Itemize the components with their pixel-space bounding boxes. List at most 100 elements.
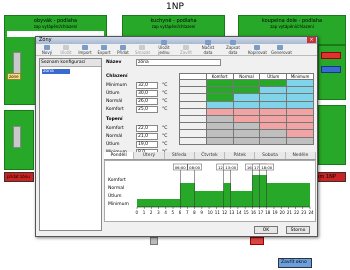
toolbar-copy[interactable]: Kopírovat bbox=[248, 45, 267, 55]
add-zone-button[interactable]: přidat zónu bbox=[4, 172, 34, 182]
tab-nedele[interactable]: Neděle bbox=[286, 152, 316, 159]
matrix-cell[interactable] bbox=[286, 136, 314, 145]
cool-att-input[interactable]: 30,0 bbox=[136, 90, 158, 97]
matrix-cell[interactable] bbox=[232, 114, 261, 124]
matrix-cell[interactable] bbox=[205, 100, 234, 109]
matrix-cell[interactable] bbox=[259, 129, 288, 138]
schedule-time-label: 13:00 bbox=[225, 165, 237, 170]
toolbar-delete[interactable]: Smazat bbox=[135, 45, 150, 55]
bottom-control[interactable] bbox=[150, 237, 158, 245]
room-panel-left-2 bbox=[4, 110, 34, 170]
toolbar-write[interactable]: Zapsat data bbox=[223, 40, 243, 55]
matrix-cell[interactable] bbox=[286, 122, 314, 131]
config-list-item[interactable]: zóna bbox=[42, 69, 70, 74]
matrix-cell[interactable] bbox=[286, 78, 314, 88]
heat-att-input[interactable]: 19,0 bbox=[136, 141, 158, 148]
close-window-button[interactable]: Zavřít okno bbox=[278, 258, 312, 268]
tab-sobota[interactable]: Sobota bbox=[255, 152, 286, 159]
toolbar-import[interactable]: Import bbox=[78, 45, 92, 55]
schedule-segment[interactable] bbox=[180, 183, 195, 207]
schedule-chart[interactable]: KomfortNormalÚtlumMinimum06:0008:0012:00… bbox=[105, 161, 317, 223]
matrix-cell[interactable] bbox=[259, 100, 288, 109]
schedule-hour-label: 1 bbox=[143, 210, 146, 215]
matrix-cell[interactable] bbox=[259, 122, 288, 131]
matrix-cell[interactable] bbox=[259, 114, 288, 124]
matrix-cell[interactable] bbox=[259, 78, 288, 88]
matrix-cell[interactable] bbox=[232, 136, 261, 145]
unit-label: °C bbox=[162, 107, 168, 112]
room-slider[interactable] bbox=[13, 126, 21, 148]
schedule-segment[interactable] bbox=[223, 183, 231, 207]
schedule-row-label: Normal bbox=[108, 185, 124, 191]
ok-button[interactable]: OK bbox=[254, 226, 278, 234]
tab-utery[interactable]: Úterý bbox=[134, 152, 165, 159]
matrix-cell[interactable] bbox=[205, 107, 234, 116]
toolbar-generate[interactable]: Generovat bbox=[271, 45, 292, 55]
matrix-cell[interactable] bbox=[286, 93, 314, 102]
tab-streda[interactable]: Středa bbox=[165, 152, 195, 159]
matrix-cell bbox=[179, 136, 207, 145]
matrix-cell[interactable] bbox=[205, 86, 234, 95]
matrix-cell[interactable] bbox=[259, 86, 288, 95]
matrix-cell[interactable] bbox=[232, 122, 261, 131]
matrix-cell[interactable] bbox=[286, 86, 314, 95]
room-red-button[interactable] bbox=[321, 52, 341, 59]
room-slider[interactable] bbox=[13, 52, 21, 74]
heat-norm-label: Normál bbox=[106, 134, 123, 139]
cool-norm-input[interactable]: 26,0 bbox=[136, 98, 158, 105]
schedule-hour-label: 17 bbox=[258, 210, 264, 215]
matrix-cell[interactable] bbox=[286, 129, 314, 138]
heat-comf-input[interactable]: 22,0 bbox=[136, 125, 158, 132]
tab-ctvrtek[interactable]: Čtvrtek bbox=[195, 152, 226, 159]
cool-comf-input[interactable]: 25,0 bbox=[136, 106, 158, 113]
matrix-cell[interactable] bbox=[205, 136, 234, 145]
tab-pondeli[interactable]: Pondělí bbox=[104, 152, 135, 159]
matrix-cell[interactable] bbox=[232, 78, 261, 88]
toolbar-save-one[interactable]: Uložit jednu bbox=[154, 40, 174, 55]
schedule-segment[interactable] bbox=[230, 191, 253, 207]
matrix-cell bbox=[179, 107, 207, 116]
bottom-red-control[interactable] bbox=[250, 237, 264, 245]
cool-att-label: Útlum bbox=[106, 91, 120, 96]
matrix-cell[interactable] bbox=[205, 78, 234, 88]
toolbar-add[interactable]: Přidat bbox=[116, 45, 130, 55]
cancel-button[interactable]: Storno bbox=[286, 226, 310, 234]
toolbar-load[interactable]: Načíst data bbox=[198, 40, 218, 55]
close-icon[interactable]: × bbox=[307, 37, 316, 43]
matrix-cell[interactable] bbox=[232, 93, 261, 102]
room-blue-button[interactable] bbox=[321, 66, 341, 73]
schedule-segment[interactable] bbox=[266, 183, 310, 207]
schedule-hour-label: 21 bbox=[287, 210, 293, 215]
matrix-cell[interactable] bbox=[205, 122, 234, 131]
matrix-cell[interactable] bbox=[232, 129, 261, 138]
schedule-hour-label: 10 bbox=[208, 210, 214, 215]
schedule-time-label: 06:00 bbox=[175, 165, 187, 170]
toolbar-new[interactable]: Nový bbox=[40, 45, 54, 55]
matrix-cell[interactable] bbox=[205, 114, 234, 124]
name-input[interactable]: zóna bbox=[136, 59, 221, 66]
schedule-segment[interactable] bbox=[194, 191, 224, 207]
matrix-cell[interactable] bbox=[205, 93, 234, 102]
matrix-cell[interactable] bbox=[286, 100, 314, 109]
cool-min-label: Minimum bbox=[106, 83, 127, 88]
schedule-segment[interactable] bbox=[137, 199, 181, 207]
heat-norm-input[interactable]: 21,0 bbox=[136, 133, 158, 140]
tab-patek[interactable]: Pátek bbox=[225, 152, 256, 159]
unit-label: °C bbox=[162, 99, 168, 104]
matrix-cell[interactable] bbox=[232, 107, 261, 116]
toolbar-save[interactable]: Uložit bbox=[59, 45, 73, 55]
matrix-cell[interactable] bbox=[259, 93, 288, 102]
room-zone-button[interactable]: zone bbox=[7, 73, 21, 80]
matrix-cell[interactable] bbox=[259, 107, 288, 116]
matrix-cell[interactable] bbox=[232, 86, 261, 95]
toolbar-export[interactable]: Export bbox=[97, 45, 111, 55]
schedule-hour-label: 22 bbox=[294, 210, 300, 215]
matrix-cell[interactable] bbox=[286, 114, 314, 124]
matrix-cell[interactable] bbox=[259, 136, 288, 145]
matrix-cell[interactable] bbox=[232, 100, 261, 109]
cool-min-input[interactable]: 32,0 bbox=[136, 82, 158, 89]
matrix-cell[interactable] bbox=[205, 129, 234, 138]
matrix-cell[interactable] bbox=[286, 107, 314, 116]
toolbar-close[interactable]: Zavřít bbox=[179, 45, 193, 55]
room-panel-right-1 bbox=[318, 45, 346, 100]
